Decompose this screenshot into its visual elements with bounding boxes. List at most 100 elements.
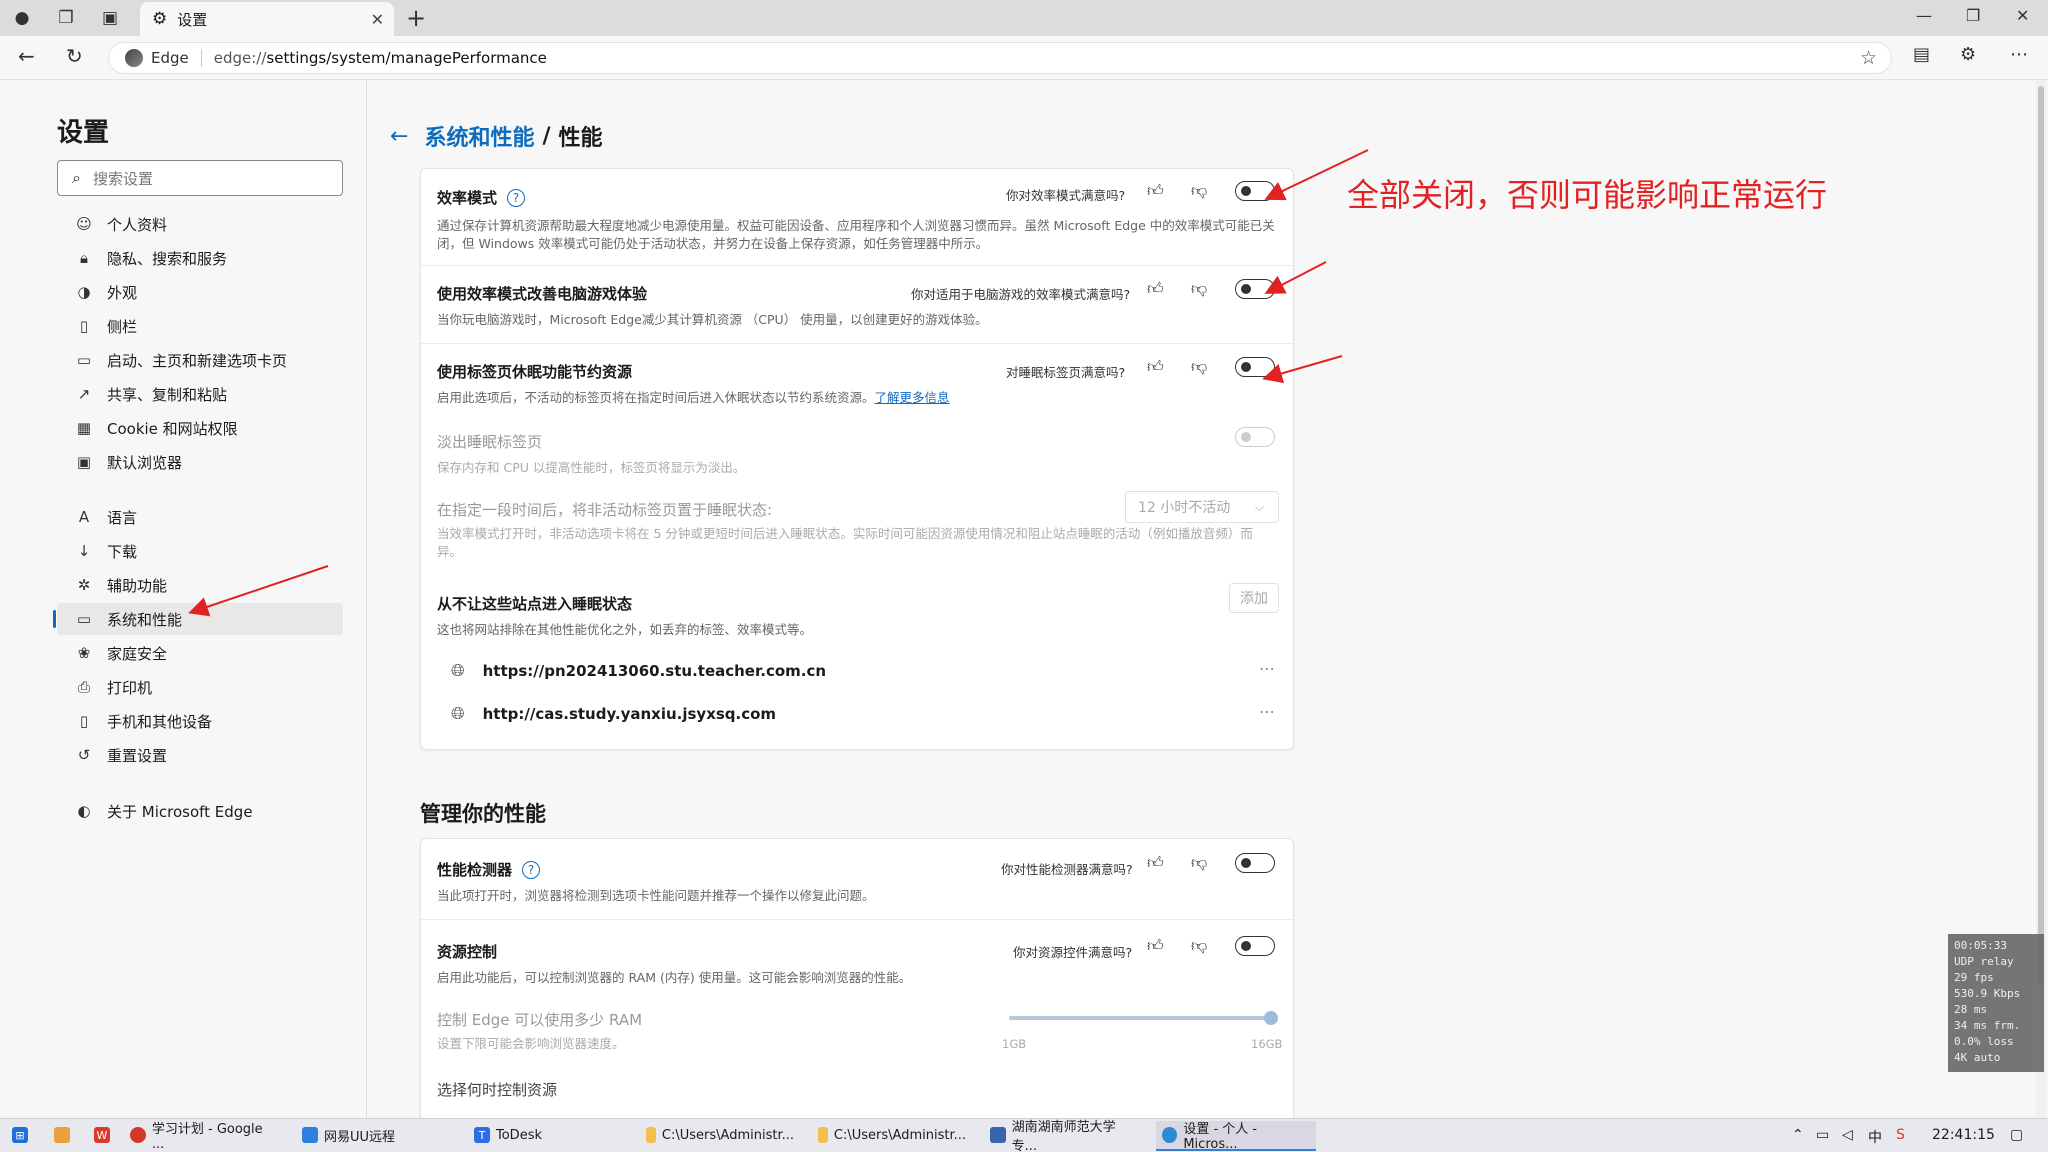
edge-icon — [1162, 1127, 1178, 1143]
sidebar-item-family[interactable]: ❀ 家庭安全 — [57, 637, 343, 669]
thumbs-up-icon[interactable]: 👍︎ — [1147, 853, 1164, 873]
remote-stats-overlay: 00:05:33 UDP relay 29 fps 530.9 Kbps 28 … — [1948, 934, 2044, 1072]
close-tab-icon[interactable]: ✕ — [371, 10, 384, 29]
sidebar-item-start[interactable]: ▭ 启动、主页和新建选项卡页 — [57, 344, 343, 376]
efficiency-feedback-question: 你对效率模式满意吗? — [1006, 188, 1126, 203]
taskbar-app[interactable]: T ToDesk — [468, 1121, 628, 1151]
refresh-icon[interactable]: ↻ — [66, 44, 83, 68]
folder-icon — [818, 1127, 828, 1143]
sidebar-item-downloads[interactable]: ↓ 下载 — [57, 535, 343, 567]
folder-icon — [54, 1127, 70, 1143]
share-icon: ↗ — [77, 385, 91, 403]
favorite-star-icon[interactable]: ☆ — [1860, 47, 1877, 69]
extensions-icon[interactable]: ⚙ — [1960, 44, 1976, 65]
thumbs-down-icon[interactable]: 👎︎ — [1191, 279, 1207, 299]
thumbs-down-icon[interactable]: 👎︎ — [1191, 357, 1207, 377]
gaming-efficiency-toggle[interactable] — [1235, 279, 1275, 299]
help-icon[interactable]: ? — [522, 860, 541, 879]
sleep-timer-select[interactable]: 12 小时不活动 ⌵ — [1125, 491, 1279, 523]
sidebar-item-share[interactable]: ↗ 共享、复制和粘贴 — [57, 378, 343, 410]
taskbar-app[interactable]: 网易UU远程 — [296, 1121, 456, 1151]
performance-detector-toggle[interactable] — [1235, 853, 1275, 873]
sidebar-item-accessibility[interactable]: ✲ 辅助功能 — [57, 569, 343, 601]
ram-slider-handle[interactable] — [1264, 1011, 1278, 1025]
help-icon[interactable]: ? — [507, 188, 526, 207]
sidebar-item-printers[interactable]: ⎙ 打印机 — [57, 671, 343, 703]
phone-icon: ▯ — [79, 712, 89, 730]
uu-icon — [302, 1127, 318, 1143]
breadcrumb-parent[interactable]: 系统和性能 — [424, 120, 534, 152]
taskbar-app[interactable]: 湖南湖南师范大学专... — [984, 1120, 1144, 1152]
taskbar-pin[interactable] — [48, 1121, 82, 1151]
thumbs-down-icon[interactable]: 👎︎ — [1191, 853, 1207, 873]
fade-sleeping-tabs-toggle[interactable] — [1235, 427, 1275, 447]
profile-avatar-icon[interactable]: ● — [10, 6, 34, 30]
lock-icon: 🔒︎ — [80, 249, 88, 267]
edge-logo-icon — [125, 49, 143, 67]
sleeping-tabs-toggle[interactable] — [1235, 357, 1275, 377]
more-options-icon[interactable]: ⋯ — [1259, 702, 1275, 721]
sidebar-item-system[interactable]: ▭ 系统和性能 — [53, 603, 343, 635]
more-menu-icon[interactable]: ⋯ — [2010, 44, 2028, 65]
resource-control-toggle[interactable] — [1235, 936, 1275, 956]
antivirus-icon[interactable]: S — [1896, 1127, 1905, 1143]
settings-title: 设置 — [57, 118, 110, 148]
network-icon[interactable]: ▭ — [1816, 1127, 1829, 1143]
sidebar-item-reset[interactable]: ↺ 重置设置 — [57, 739, 343, 771]
minimize-icon[interactable]: — — [1916, 6, 1932, 25]
tray-overflow-icon[interactable]: ⌃ — [1792, 1127, 1804, 1143]
thumbs-down-icon[interactable]: 👎︎ — [1191, 936, 1207, 956]
taskbar-app[interactable]: 学习计划 - Google ... — [124, 1121, 284, 1152]
thumbs-up-icon[interactable]: 👍︎ — [1147, 279, 1164, 299]
start-button[interactable]: ⊞ — [6, 1121, 40, 1151]
sidebar-item-default-browser[interactable]: ▣ 默认浏览器 — [57, 446, 343, 478]
sidebar-item-cookies[interactable]: ▦ Cookie 和网站权限 — [57, 412, 343, 444]
thumbs-up-icon[interactable]: 👍︎ — [1147, 357, 1164, 377]
more-options-icon[interactable]: ⋯ — [1259, 659, 1275, 678]
taskbar-app-active[interactable]: 设置 - 个人 - Micros... — [1156, 1121, 1316, 1152]
tab-settings[interactable]: ⚙ 设置 ✕ — [140, 2, 394, 36]
sidebar-item-sidebar[interactable]: ▯ 侧栏 — [57, 310, 343, 342]
add-site-button[interactable]: 添加 — [1229, 583, 1279, 613]
search-settings-input[interactable]: ⌕ 搜索设置 — [57, 160, 343, 196]
sidebar-item-language[interactable]: A 语言 — [57, 501, 343, 533]
learn-more-link[interactable]: 了解更多信息 — [875, 390, 950, 405]
search-icon: ⌕ — [72, 168, 81, 187]
sidebar-item-profile[interactable]: ☺ 个人资料 — [57, 208, 343, 240]
sidebar-item-about[interactable]: ◐ 关于 Microsoft Edge — [57, 795, 343, 827]
taskbar-app[interactable]: C:\Users\Administr... — [640, 1121, 800, 1151]
tab-title: 设置 — [177, 10, 208, 29]
thumbs-up-icon[interactable]: 👍︎ — [1147, 936, 1164, 956]
sidebar-item-phone[interactable]: ▯ 手机和其他设备 — [57, 705, 343, 737]
ime-indicator[interactable]: 中 — [1868, 1127, 1882, 1147]
workspaces-icon[interactable]: ❐ — [54, 6, 78, 30]
sidebar-item-appearance[interactable]: ◑ 外观 — [57, 276, 343, 308]
thumbs-up-icon[interactable]: 👍︎ — [1147, 181, 1164, 201]
taskbar-pin[interactable]: W — [88, 1121, 122, 1151]
url-separator — [200, 49, 202, 67]
scrollbar-thumb[interactable] — [2038, 86, 2044, 986]
tab-actions-icon[interactable]: ▣ — [98, 6, 122, 30]
chrome-icon — [130, 1127, 146, 1143]
when-control-title: 选择何时控制资源 — [437, 1081, 558, 1099]
notification-icon[interactable]: ▢ — [2010, 1127, 2023, 1143]
folder-icon — [646, 1127, 656, 1143]
taskbar-app[interactable]: C:\Users\Administr... — [812, 1121, 972, 1151]
efficiency-mode-toggle[interactable] — [1235, 181, 1275, 201]
clock[interactable]: 22:41:15 — [1932, 1127, 1995, 1143]
gaming-efficiency-desc: 当你玩电脑游戏时，Microsoft Edge减少其计算机资源 （CPU） 使用… — [437, 312, 988, 327]
back-arrow-icon[interactable]: ← — [390, 124, 408, 149]
ram-max-label: 16GB — [1251, 1037, 1283, 1051]
back-icon[interactable]: ← — [18, 44, 35, 68]
new-tab-button[interactable]: + — [406, 4, 426, 32]
address-bar[interactable]: Edge edge://settings/system/managePerfor… — [108, 42, 1892, 74]
volume-icon[interactable]: ◁ — [1842, 1127, 1853, 1143]
detector-feedback-question: 你对性能检测器满意吗? — [1001, 862, 1133, 877]
language-icon: A — [78, 508, 90, 526]
restore-icon[interactable]: ❐ — [1966, 6, 1980, 25]
sleep-timer-desc: 当效率模式打开时，非活动选项卡将在 5 分钟或更短时间后进入睡眠状态。实际时间可… — [437, 526, 1253, 559]
close-window-icon[interactable]: ✕ — [2016, 6, 2029, 25]
sidebar-item-privacy[interactable]: 🔒︎ 隐私、搜索和服务 — [57, 242, 343, 274]
thumbs-down-icon[interactable]: 👎︎ — [1191, 181, 1207, 201]
split-screen-icon[interactable]: ▤ — [1913, 44, 1930, 65]
